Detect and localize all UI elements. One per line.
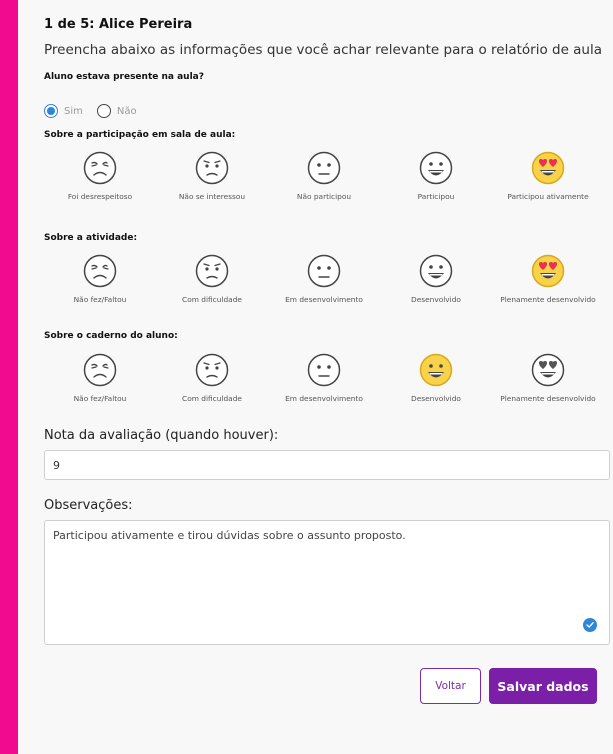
rating-label: Plenamente desenvolvido (500, 295, 596, 304)
back-button[interactable]: Voltar (420, 668, 481, 704)
observations-text: Participou ativamente e tirou dúvidas so… (53, 529, 406, 542)
rating-label: Não participou (296, 192, 352, 201)
rating-label: Em desenvolvimento (285, 295, 363, 304)
grinning-face-icon (380, 253, 492, 289)
sad-face-icon (156, 253, 268, 289)
rating-label: Não fez/Faltou (73, 394, 127, 403)
report-panel: 1 de 5: Alice Pereira Preencha abaixo as… (18, 0, 613, 754)
radio-nao-label: Não (116, 105, 137, 117)
rating-label: Com dificuldade (182, 394, 242, 403)
tired-face-icon (44, 150, 156, 186)
heart-eyes-face-icon (492, 253, 604, 289)
tired-face-icon (44, 352, 156, 388)
rating-label: Com dificuldade (182, 295, 242, 304)
rating-label: Desenvolvido (411, 394, 461, 403)
observations-textarea[interactable]: Participou ativamente e tirou dúvidas so… (44, 520, 610, 645)
rating-label: Participou (417, 192, 455, 201)
heart-eyes-face-icon (492, 150, 604, 186)
activity-option-0[interactable]: Não fez/Faltou (44, 253, 156, 304)
observations-label: Observações: (44, 498, 133, 513)
participation-option-4[interactable]: Participou ativamente (492, 150, 604, 201)
save-button[interactable]: Salvar dados (489, 668, 597, 704)
activity-option-2[interactable]: Em desenvolvimento (268, 253, 380, 304)
grinning-face-icon (380, 150, 492, 186)
rating-label: Não se interessou (178, 192, 246, 201)
rating-label: Participou ativamente (507, 192, 589, 201)
participation-title: Sobre a participação em sala de aula: (44, 130, 236, 140)
rating-label: Foi desrespeitoso (67, 192, 133, 201)
radio-sim[interactable] (44, 104, 58, 118)
participation-rating: Foi desrespeitoso Não se interessou Não pa… (44, 150, 604, 210)
radio-sim-label: Sim (64, 105, 83, 117)
participation-option-1[interactable]: Não se interessou (156, 150, 268, 201)
grinning-face-icon (380, 352, 492, 388)
participation-option-0[interactable]: Foi desrespeitoso (44, 150, 156, 201)
notebook-option-2[interactable]: Em desenvolvimento (268, 352, 380, 403)
check-icon (583, 618, 597, 632)
notebook-rating: Não fez/Faltou Com dificuldade Em desenvol… (44, 352, 604, 412)
activity-option-3[interactable]: Desenvolvido (380, 253, 492, 304)
rating-label: Em desenvolvimento (285, 394, 363, 403)
sad-face-icon (156, 150, 268, 186)
notebook-option-1[interactable]: Com dificuldade (156, 352, 268, 403)
neutral-face-icon (268, 352, 380, 388)
activity-title: Sobre a atividade: (44, 233, 138, 243)
notebook-option-0[interactable]: Não fez/Faltou (44, 352, 156, 403)
neutral-face-icon (268, 150, 380, 186)
neutral-face-icon (268, 253, 380, 289)
instructions-text: Preencha abaixo as informações que você … (44, 42, 603, 58)
sad-face-icon (156, 352, 268, 388)
student-title: 1 de 5: Alice Pereira (44, 17, 193, 32)
activity-option-4[interactable]: Plenamente desenvolvido (492, 253, 604, 304)
notebook-option-4[interactable]: Plenamente desenvolvido (492, 352, 604, 403)
notebook-title: Sobre o caderno do aluno: (44, 331, 178, 341)
heart-eyes-face-icon (492, 352, 604, 388)
activity-option-1[interactable]: Com dificuldade (156, 253, 268, 304)
participation-option-3[interactable]: Participou (380, 150, 492, 201)
rating-label: Desenvolvido (411, 295, 461, 304)
rating-label: Não fez/Faltou (73, 295, 127, 304)
tired-face-icon (44, 253, 156, 289)
radio-nao[interactable] (96, 104, 111, 118)
presence-radio-group: Sim Não (44, 104, 145, 118)
notebook-option-3[interactable]: Desenvolvido (380, 352, 492, 403)
rating-label: Plenamente desenvolvido (500, 394, 596, 403)
grade-input[interactable] (44, 450, 610, 480)
activity-rating: Não fez/Faltou Com dificuldade Em desenvol… (44, 253, 604, 313)
presence-question: Aluno estava presente na aula? (44, 72, 204, 82)
grade-label: Nota da avaliação (quando houver): (44, 428, 279, 443)
participation-option-2[interactable]: Não participou (268, 150, 380, 201)
